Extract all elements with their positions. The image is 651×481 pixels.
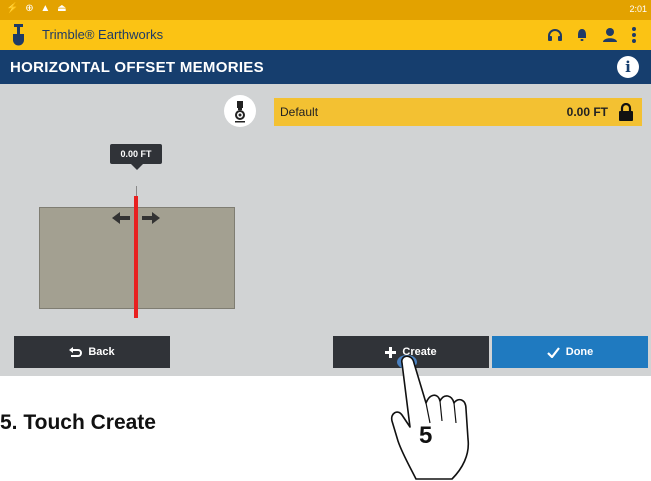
- memory-name: Default: [280, 105, 319, 119]
- instruction-caption: 5. Touch Create: [0, 411, 156, 434]
- offset-callout: 0.00 FT: [110, 144, 162, 164]
- lock-icon[interactable]: [618, 103, 634, 121]
- back-arrow-icon: [69, 346, 83, 357]
- touch-hand-icon: [390, 355, 470, 480]
- blade-eye-icon: [235, 101, 245, 123]
- checkmark-icon: [546, 346, 560, 358]
- back-button[interactable]: Back: [14, 336, 170, 368]
- status-icons: ⚡ ⊕ ▲ ⏏: [6, 3, 69, 14]
- overflow-menu-icon[interactable]: [630, 26, 638, 44]
- memory-row-default[interactable]: Default 0.00 FT: [274, 98, 642, 126]
- offset-target-button[interactable]: [224, 95, 256, 127]
- step-number: 5: [419, 422, 433, 449]
- headset-icon[interactable]: [546, 26, 564, 44]
- info-icon[interactable]: i: [617, 56, 639, 78]
- app-title: Trimble® Earthworks: [42, 27, 164, 42]
- status-bar: ⚡ ⊕ ▲ ⏏ 2:01: [0, 0, 651, 20]
- user-icon[interactable]: [602, 26, 618, 44]
- bell-icon[interactable]: [575, 26, 589, 44]
- left-right-arrows-icon: [112, 212, 160, 224]
- back-button-label: Back: [88, 346, 115, 358]
- app-bar: Trimble® Earthworks: [0, 20, 651, 50]
- title-bar: HORIZONTAL OFFSET MEMORIES i: [0, 50, 651, 84]
- offset-callout-pointer: [131, 164, 143, 170]
- memory-value: 0.00 FT: [566, 105, 608, 119]
- page-title: HORIZONTAL OFFSET MEMORIES: [10, 59, 264, 76]
- trimble-shovel-icon: [13, 24, 24, 46]
- done-button[interactable]: Done: [492, 336, 648, 368]
- status-clock: 2:01: [629, 4, 647, 14]
- done-button-label: Done: [565, 346, 594, 358]
- device-screen: ⚡ ⊕ ▲ ⏏ 2:01 Trimble® Earthworks HORIZON…: [0, 0, 651, 376]
